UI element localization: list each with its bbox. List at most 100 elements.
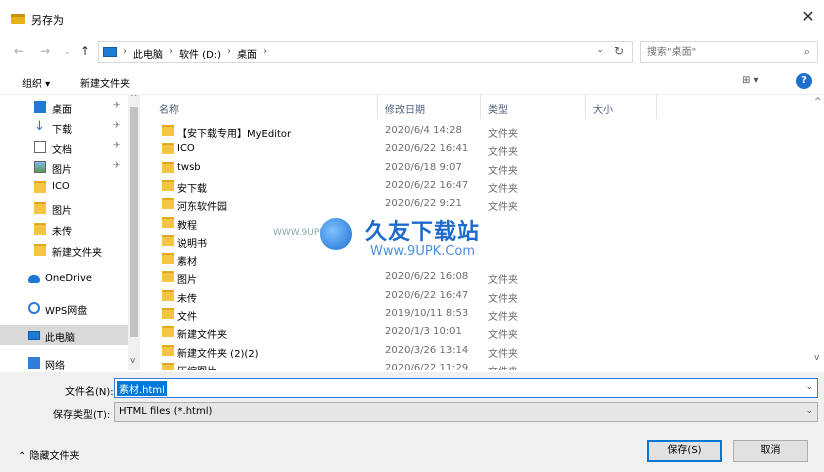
file-name[interactable]: 河东软件园 [177,198,227,213]
cancel-button[interactable]: 取消 [733,440,808,462]
sidebar-item-this-pc[interactable]: 此电脑 [0,325,128,345]
column-headers: ^ 名称 修改日期 类型 大小 [142,95,812,119]
folder-icon [162,362,174,370]
scroll-up-icon[interactable]: ^ [130,95,138,103]
document-icon [34,141,46,153]
recent-locations-button[interactable]: ⌄ [64,47,71,56]
search-box[interactable]: ⌕ [640,41,818,63]
folder-icon [162,344,174,356]
computer-icon [103,47,117,57]
table-row[interactable]: 新建文件夹 2020/1/3 10:01 文件夹 [142,323,812,341]
address-bar[interactable]: › 此电脑 › 软件 (D:) › 桌面 › ⌄ ↻ [98,41,633,63]
sidebar-item-untransferred[interactable]: 未传 [0,219,128,239]
filename-value[interactable]: 素材.html [117,381,167,396]
scrollbar-thumb[interactable] [130,107,138,337]
sidebar-item-new-folder[interactable]: 新建文件夹 [0,240,128,260]
folder-icon [162,271,174,283]
pin-icon: ✈ [113,121,121,131]
column-header-type[interactable]: 类型 [488,101,508,116]
navigation-scrollbar[interactable]: ^ v [128,95,140,370]
column-divider[interactable] [656,95,657,119]
download-icon: ↓ [34,119,45,134]
file-name[interactable]: 说明书 [177,235,207,250]
sidebar-item-pictures-folder[interactable]: 图片 [0,198,128,218]
column-header-modified[interactable]: 修改日期 [385,101,425,116]
save-button[interactable]: 保存(S) [647,440,722,462]
folder-icon [162,125,174,136]
filetype-value: HTML files (*.html) [119,406,213,417]
help-button[interactable]: ? [796,73,812,89]
file-list-scrollbar[interactable]: ^ v [812,95,824,370]
column-header-size[interactable]: 大小 [593,101,613,116]
sidebar-item-wps-cloud[interactable]: WPS网盘 [0,298,128,318]
file-name[interactable]: 安下载 [177,180,207,195]
file-name[interactable]: 新建文件夹 (2)(2) [177,345,259,360]
organize-button[interactable]: 组织 ▾ [22,75,50,90]
file-name[interactable]: 素材 [177,253,197,268]
scroll-down-icon[interactable]: v [814,353,819,363]
breadcrumb-item[interactable]: 桌面 [237,46,257,61]
breadcrumb-item[interactable]: 软件 (D:) [179,46,221,61]
table-row[interactable]: 未传 2020/6/22 16:47 文件夹 [142,287,812,305]
file-name[interactable]: 新建文件夹 [177,326,227,341]
scroll-up-icon[interactable]: ^ [814,97,822,107]
search-icon[interactable]: ⌕ [804,45,810,59]
file-type: 文件夹 [488,165,518,177]
file-name[interactable]: 文件 [177,308,197,323]
file-name[interactable]: 【安下载专用】MyEditor [177,125,291,140]
table-row[interactable]: 河东软件园 2020/6/22 9:21 文件夹 [142,195,812,213]
file-name[interactable]: twsb [177,162,201,173]
sidebar-item-onedrive[interactable]: OneDrive [0,269,128,289]
table-row[interactable]: 素材 [142,250,812,268]
table-row[interactable]: 说明书 [142,232,812,250]
back-button[interactable]: ← [14,44,24,58]
file-type: 文件夹 [488,293,518,305]
column-divider[interactable] [480,95,481,119]
column-header-name[interactable]: 名称 [159,101,179,116]
network-icon [28,357,40,369]
filetype-select[interactable]: HTML files (*.html) ⌄ [114,402,818,422]
column-divider[interactable] [585,95,586,119]
table-row[interactable]: 安下载 2020/6/22 16:47 文件夹 [142,177,812,195]
file-name[interactable]: 图片 [177,271,197,286]
filename-input[interactable]: 素材.html ⌄ [114,378,818,398]
table-row[interactable]: 图片 2020/6/22 16:08 文件夹 [142,268,812,286]
file-name[interactable]: 教程 [177,217,197,232]
folder-icon [162,161,174,173]
sidebar-item-downloads[interactable]: ↓ 下载 ✈ [0,117,128,137]
close-button[interactable]: ✕ [798,8,818,28]
view-options-button[interactable]: ⊞ ▾ [742,75,759,86]
forward-button[interactable]: → [40,44,50,58]
scroll-down-icon[interactable]: v [130,356,135,366]
table-row[interactable]: twsb 2020/6/18 9:07 文件夹 [142,159,812,177]
table-row[interactable]: 压缩图片 2020/6/22 11:29 文件夹 [142,360,812,370]
up-button[interactable]: ↑ [80,44,90,58]
file-modified: 2020/6/22 16:41 [385,143,469,155]
table-row[interactable]: 文件 2019/10/11 8:53 文件夹 [142,305,812,323]
file-modified: 2020/6/18 9:07 [385,161,462,173]
file-name[interactable]: 未传 [177,290,197,305]
hide-folders-toggle[interactable]: ⌃ 隐藏文件夹 [18,447,80,462]
breadcrumb-item[interactable]: 此电脑 [133,46,163,61]
file-name[interactable]: ICO [177,143,195,154]
table-row[interactable]: 【安下载专用】MyEditor 2020/6/4 14:28 文件夹 [142,122,812,140]
table-row[interactable]: ICO 2020/6/22 16:41 文件夹 [142,140,812,158]
column-divider[interactable] [377,95,378,119]
refresh-button[interactable]: ↻ [614,44,624,58]
folder-icon [34,202,46,214]
chevron-down-icon[interactable]: ⌄ [805,406,813,416]
sidebar-item-label: 新建文件夹 [52,248,102,259]
sidebar-item-desktop[interactable]: 桌面 ✈ [0,97,128,117]
file-type: 文件夹 [488,202,518,214]
chevron-down-icon[interactable]: ⌄ [805,382,813,392]
file-name[interactable]: 压缩图片 [177,363,217,370]
sidebar-item-documents[interactable]: 文档 ✈ [0,137,128,157]
table-row[interactable]: 教程 [142,214,812,232]
sidebar-item-pictures[interactable]: 图片 ✈ [0,157,128,177]
sidebar-item-network[interactable]: 网络 [0,353,128,370]
new-folder-button[interactable]: 新建文件夹 [80,75,130,90]
search-input[interactable] [641,42,791,62]
sidebar-item-ico[interactable]: ICO [0,177,128,197]
address-dropdown-button[interactable]: ⌄ [596,45,604,55]
table-row[interactable]: 新建文件夹 (2)(2) 2020/3/26 13:14 文件夹 [142,342,812,360]
